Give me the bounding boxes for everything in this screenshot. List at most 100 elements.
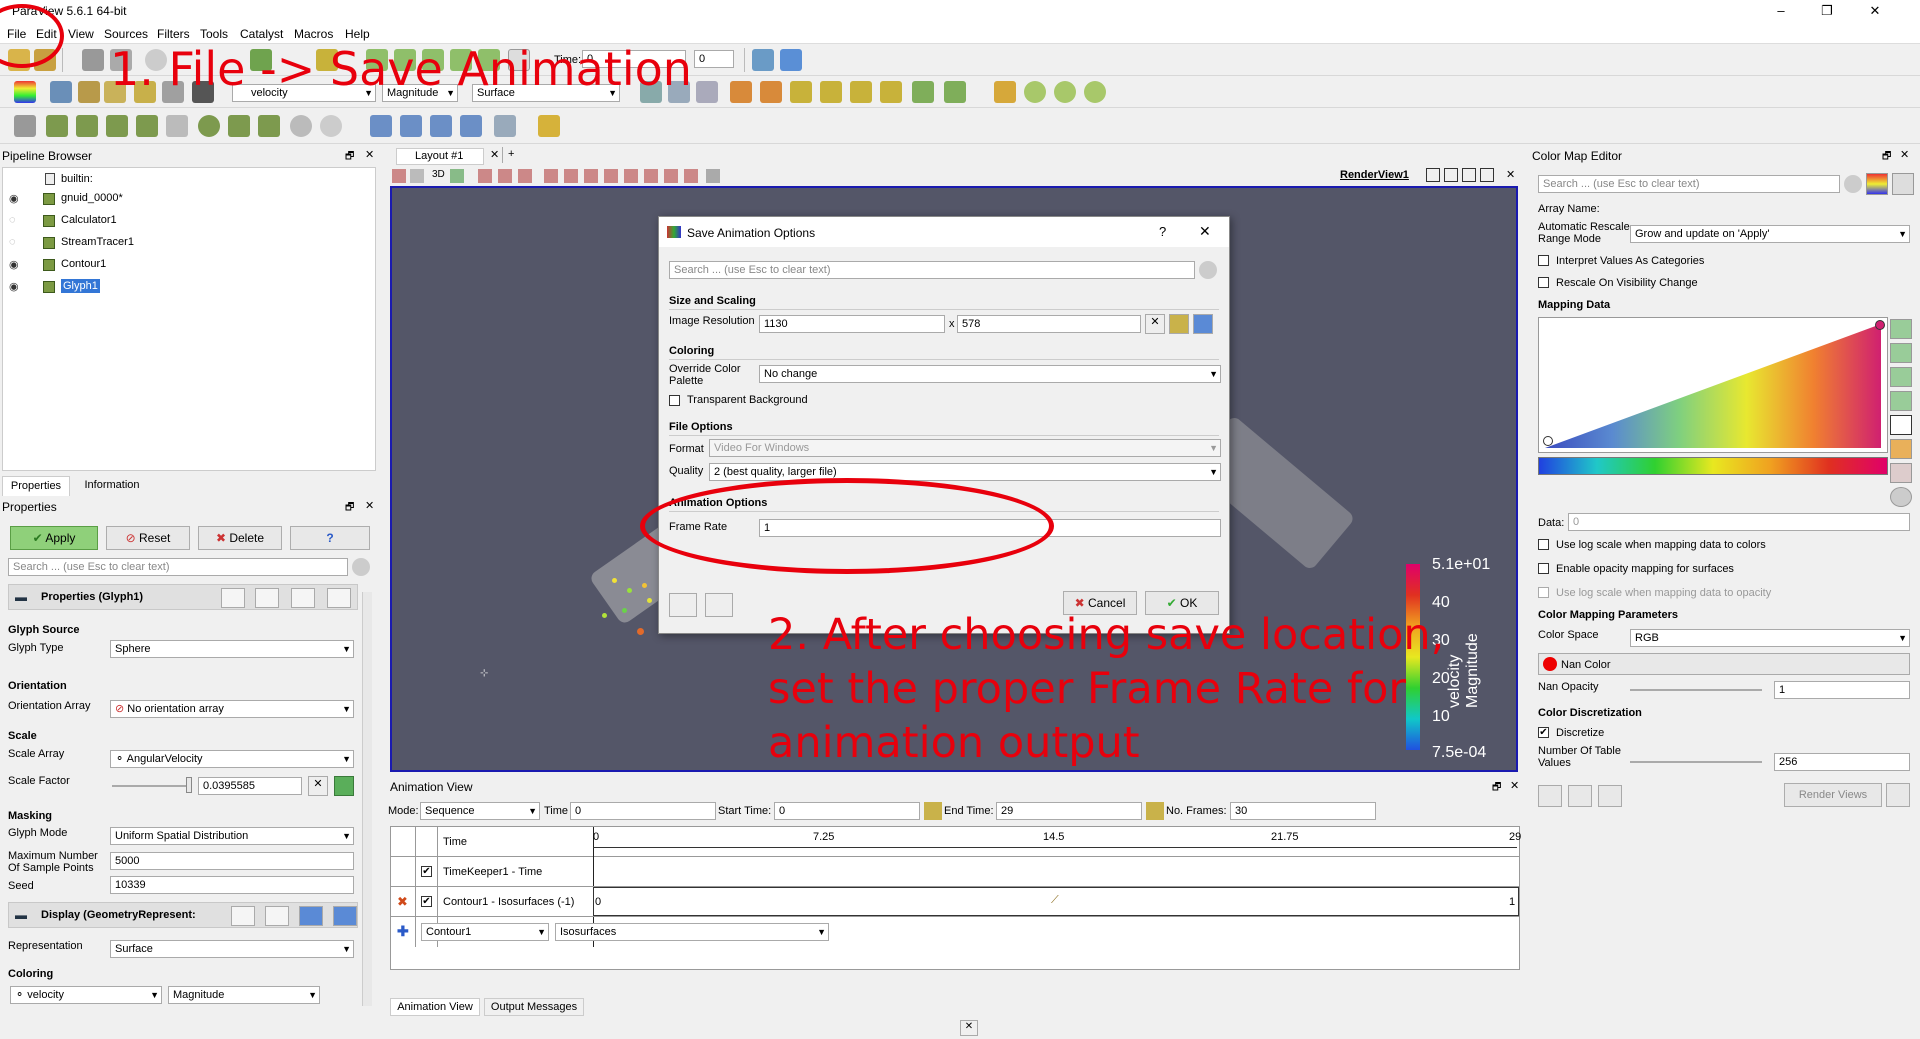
resolution-width-field[interactable]: 1130: [759, 315, 945, 333]
glyph-mode-select[interactable]: Uniform Spatial Distribution ▼: [110, 827, 354, 845]
close-icon[interactable]: ✕: [1510, 779, 1519, 792]
pick-center-icon[interactable]: [1024, 81, 1046, 103]
properties-scrollbar[interactable]: [362, 592, 372, 1006]
discretize-checkbox[interactable]: ✔: [1538, 727, 1549, 738]
color-legend-icon[interactable]: [1866, 173, 1888, 195]
pipeline-root[interactable]: builtin:: [61, 173, 93, 185]
collapse-icon[interactable]: ▬: [15, 590, 27, 604]
folder-icon[interactable]: [1598, 785, 1622, 807]
threshold-icon[interactable]: [136, 115, 158, 137]
visibility-eye-icon[interactable]: ◉: [9, 258, 19, 271]
pipeline-item-streamtracer[interactable]: StreamTracer1: [61, 236, 134, 248]
pipeline-item-calculator[interactable]: Calculator1: [61, 214, 117, 226]
anim-time-field[interactable]: 0: [570, 802, 716, 820]
lock-icon[interactable]: [1146, 802, 1164, 820]
end-time-field[interactable]: 29: [996, 802, 1142, 820]
invert-icon[interactable]: [1890, 415, 1912, 435]
coloring-component-select[interactable]: Magnitude ▼: [168, 986, 320, 1004]
menu-catalyst[interactable]: Catalyst: [240, 27, 283, 41]
visibility-eye-closed-icon[interactable]: ◌: [9, 236, 16, 248]
scale-factor-slider[interactable]: [112, 785, 192, 787]
rescale-icon[interactable]: [78, 81, 100, 103]
log-opacity-checkbox[interactable]: [1538, 587, 1549, 598]
tab-properties[interactable]: Properties: [2, 476, 70, 496]
select-icon[interactable]: [684, 169, 698, 183]
view-ym-icon[interactable]: [820, 81, 842, 103]
representation-select[interactable]: Surface ▼: [110, 940, 354, 958]
gear-icon[interactable]: [352, 558, 370, 576]
reset-center-icon[interactable]: [1054, 81, 1076, 103]
stream-tracer-icon[interactable]: [228, 115, 250, 137]
view-xm-icon[interactable]: [760, 81, 782, 103]
rescale-custom-icon[interactable]: [1890, 343, 1912, 363]
nan-opacity-field[interactable]: 1: [1774, 681, 1910, 699]
view-zp-icon[interactable]: [850, 81, 872, 103]
select-icon[interactable]: [478, 169, 492, 183]
view-zm-icon[interactable]: [880, 81, 902, 103]
select-frustum-icon[interactable]: [430, 115, 452, 137]
colormap-search-input[interactable]: Search ... (use Esc to clear text): [1538, 175, 1840, 193]
copy-icon[interactable]: [221, 588, 245, 608]
save-icon[interactable]: [327, 588, 351, 608]
visibility-eye-closed-icon[interactable]: ◌: [9, 214, 16, 226]
save-icon[interactable]: [333, 906, 357, 926]
frames-field[interactable]: 30: [1230, 802, 1376, 820]
extract-level-icon[interactable]: [320, 115, 342, 137]
view-xp-icon[interactable]: [730, 81, 752, 103]
query-icon[interactable]: [780, 49, 802, 71]
reset-value-icon[interactable]: [334, 776, 354, 796]
table-values-field[interactable]: 256: [1774, 753, 1910, 771]
dialog-restore-icon[interactable]: [669, 593, 697, 617]
pipeline-item-contour[interactable]: Contour1: [61, 258, 106, 270]
select-block-icon[interactable]: [460, 115, 482, 137]
lock-icon[interactable]: [1169, 314, 1189, 334]
rescale-visible-icon[interactable]: [1890, 391, 1912, 411]
track-checkbox[interactable]: ✔: [421, 896, 432, 907]
table-values-slider[interactable]: [1630, 761, 1762, 763]
select-icon[interactable]: [518, 169, 532, 183]
group-datasets-icon[interactable]: [290, 115, 312, 137]
save-preset-icon[interactable]: [1890, 463, 1912, 483]
select-icon[interactable]: [584, 169, 598, 183]
ruler-icon[interactable]: [538, 115, 560, 137]
clear-icon[interactable]: ✕: [308, 776, 328, 796]
data-value-field[interactable]: 0: [1568, 513, 1910, 531]
float-icon[interactable]: 🗗: [1882, 149, 1891, 166]
control-point[interactable]: [1875, 320, 1885, 330]
tab-information[interactable]: Information: [76, 476, 148, 496]
pipeline-item-gnuid[interactable]: gnuid_0000*: [61, 192, 123, 204]
quality-select[interactable]: 2 (best quality, larger file) ▼: [709, 463, 1221, 481]
properties-search-input[interactable]: Search ... (use Esc to clear text): [8, 558, 348, 576]
start-time-field[interactable]: 0: [774, 802, 920, 820]
tab-animation-view[interactable]: Animation View: [390, 998, 480, 1016]
rescale-visibility-checkbox[interactable]: [1538, 277, 1549, 288]
dialog-save-defaults-icon[interactable]: [705, 593, 733, 617]
select-icon[interactable]: [644, 169, 658, 183]
3d-toggle[interactable]: 3D: [432, 169, 445, 180]
close-view-icon[interactable]: ✕: [1506, 168, 1515, 181]
tab-output-messages[interactable]: Output Messages: [484, 998, 584, 1016]
split-h-icon[interactable]: [1426, 168, 1440, 182]
control-point[interactable]: [1543, 436, 1553, 446]
enable-opacity-checkbox[interactable]: [1538, 563, 1549, 574]
color-space-select[interactable]: RGB ▼: [1630, 629, 1910, 647]
copy-icon[interactable]: [231, 906, 255, 926]
capture-icon[interactable]: [392, 169, 406, 183]
reset-resolution-icon[interactable]: ✕: [1145, 314, 1165, 334]
float-view-icon[interactable]: [1480, 168, 1494, 182]
calculator-icon[interactable]: [14, 115, 36, 137]
show-center-icon[interactable]: [1084, 81, 1106, 103]
reset-button[interactable]: ⊘ Reset: [106, 526, 190, 550]
restore-icon[interactable]: [291, 588, 315, 608]
menu-sources[interactable]: Sources: [104, 27, 148, 41]
scale-array-select[interactable]: ⚬ AngularVelocity ▼: [110, 750, 354, 768]
seed-field[interactable]: 10339: [110, 876, 354, 894]
select-icon[interactable]: [544, 169, 558, 183]
transparent-bg-checkbox[interactable]: [669, 395, 680, 406]
log-scale-checkbox[interactable]: [1538, 539, 1549, 550]
select-icon[interactable]: [564, 169, 578, 183]
close-icon[interactable]: ✕: [1900, 148, 1909, 161]
save-icon[interactable]: [1568, 785, 1592, 807]
clear-selection-icon[interactable]: [706, 169, 720, 183]
refresh-icon[interactable]: [1193, 314, 1213, 334]
